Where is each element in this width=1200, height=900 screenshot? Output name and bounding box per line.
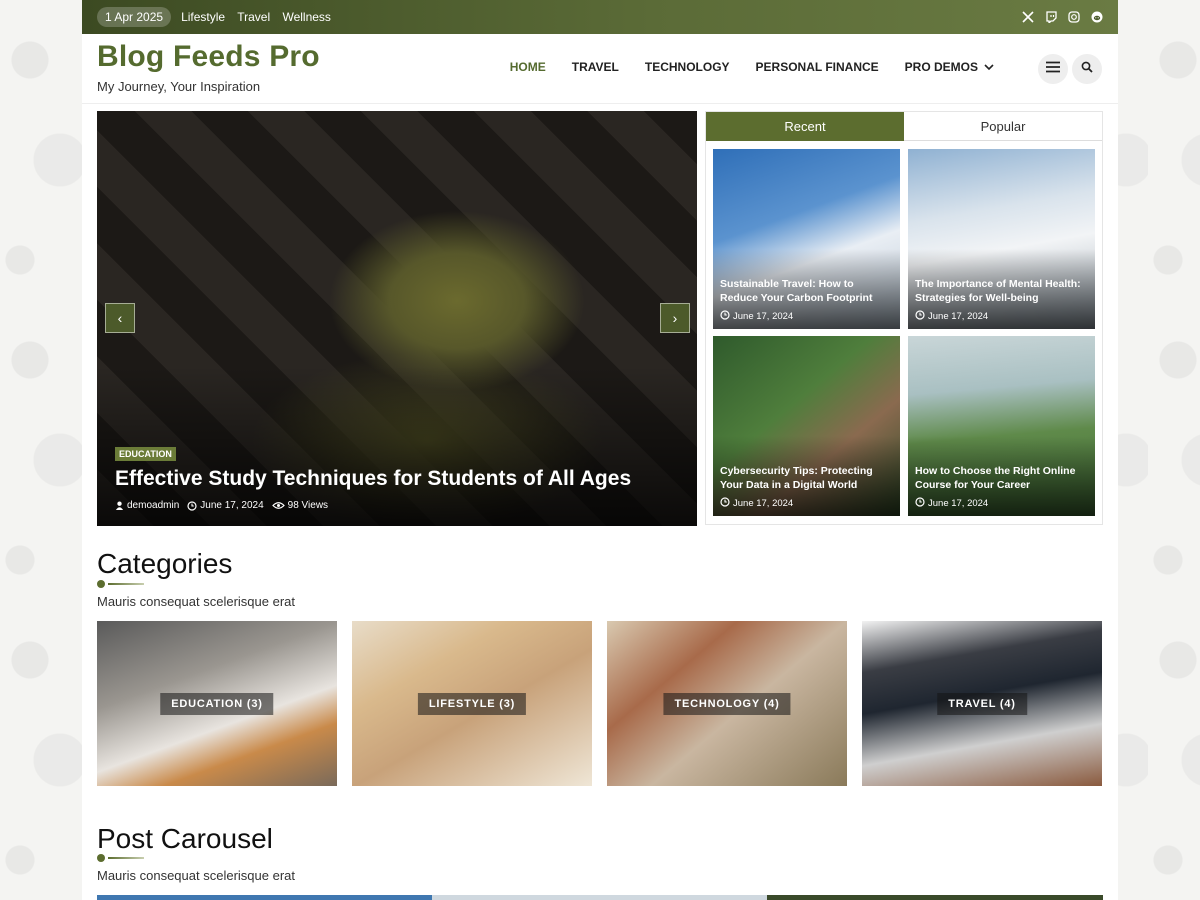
- twitch-icon[interactable]: [1044, 11, 1057, 24]
- menu-button[interactable]: [1038, 54, 1068, 84]
- instagram-icon[interactable]: [1067, 11, 1080, 24]
- category-card-lifestyle[interactable]: LIFESTYLE (3): [352, 621, 592, 786]
- category-label[interactable]: TRAVEL (4): [937, 692, 1027, 715]
- card-title[interactable]: The Importance of Mental Health: Strateg…: [915, 277, 1089, 305]
- card-date-text: June 17, 2024: [928, 311, 989, 322]
- menu-icon: [1045, 60, 1061, 78]
- clock-icon: [915, 310, 925, 323]
- card-date: June 17, 2024: [720, 310, 793, 323]
- hero-date: June 17, 2024: [187, 500, 264, 511]
- post-card[interactable]: Sustainable Travel: How to Reduce Your C…: [713, 149, 900, 329]
- chevron-left-icon: ‹: [117, 310, 123, 326]
- card-date-text: June 17, 2024: [733, 498, 794, 509]
- site-tagline: My Journey, Your Inspiration: [97, 79, 261, 94]
- clock-icon: [720, 497, 730, 510]
- posts-tab-panel: Recent Popular Sustainable Travel: How t…: [705, 111, 1103, 525]
- card-date: June 17, 2024: [720, 497, 793, 510]
- reddit-icon[interactable]: [1090, 11, 1103, 24]
- clock-icon: [915, 497, 925, 510]
- top-link-wellness[interactable]: Wellness: [282, 10, 330, 24]
- nav-item-pro-demos[interactable]: PRO DEMOS: [905, 60, 994, 74]
- hero-date-text: June 17, 2024: [200, 500, 264, 511]
- hero-post-title[interactable]: Effective Study Techniques for Students …: [115, 467, 631, 491]
- tab-bar: Recent Popular: [706, 112, 1102, 141]
- nav-item-travel[interactable]: TRAVEL: [572, 60, 619, 74]
- hero-author-name: demoadmin: [127, 500, 180, 511]
- chevron-right-icon: ›: [672, 310, 678, 326]
- tab-popular[interactable]: Popular: [904, 112, 1102, 141]
- carousel-title: Post Carousel: [97, 823, 273, 854]
- nav-item-pro-demos-label: PRO DEMOS: [904, 60, 978, 74]
- card-date: June 17, 2024: [915, 497, 988, 510]
- card-title[interactable]: Sustainable Travel: How to Reduce Your C…: [720, 277, 894, 305]
- top-link-travel[interactable]: Travel: [237, 10, 270, 24]
- category-card-education[interactable]: EDUCATION (3): [97, 621, 337, 786]
- top-link-lifestyle[interactable]: Lifestyle: [181, 10, 225, 24]
- search-button[interactable]: [1072, 54, 1102, 84]
- post-card[interactable]: How to Choose the Right Online Course fo…: [908, 336, 1095, 516]
- category-card-technology[interactable]: TECHNOLOGY (4): [607, 621, 847, 786]
- slider-next-button[interactable]: ›: [660, 303, 690, 333]
- post-card[interactable]: The Importance of Mental Health: Strateg…: [908, 149, 1095, 329]
- social-links: [1021, 11, 1103, 24]
- carousel-item[interactable]: [767, 895, 1103, 900]
- category-card-travel[interactable]: TRAVEL (4): [862, 621, 1102, 786]
- section-divider: [97, 854, 147, 862]
- tab-recent[interactable]: Recent: [706, 112, 904, 141]
- categories-subtitle: Mauris consequat scelerisque erat: [97, 594, 295, 609]
- hero-slider[interactable]: ‹ › EDUCATION Effective Study Techniques…: [97, 111, 697, 526]
- category-label[interactable]: EDUCATION (3): [160, 692, 274, 715]
- clock-icon: [720, 310, 730, 323]
- clock-icon: [187, 500, 197, 511]
- card-title[interactable]: Cybersecurity Tips: Protecting Your Data…: [720, 464, 894, 492]
- categories-title: Categories: [97, 548, 233, 579]
- carousel-item[interactable]: [432, 895, 767, 900]
- category-label[interactable]: TECHNOLOGY (4): [663, 692, 791, 715]
- page-container: 1 Apr 2025 Lifestyle Travel Wellness Blo…: [82, 0, 1118, 900]
- x-icon[interactable]: [1021, 11, 1034, 24]
- hero-views: 98 Views: [271, 500, 329, 511]
- date-pill: 1 Apr 2025: [97, 7, 172, 27]
- carousel-item[interactable]: [97, 895, 432, 900]
- hero-views-text: 98 Views: [287, 500, 329, 511]
- hero-post-meta: demoadmin June 17, 2024 98 Views: [115, 500, 328, 511]
- chevron-down-icon: [984, 60, 994, 74]
- eye-icon: [271, 501, 285, 510]
- search-icon: [1081, 60, 1093, 78]
- hero-author[interactable]: demoadmin: [115, 500, 179, 511]
- hero-category-badge[interactable]: EDUCATION: [115, 447, 176, 461]
- card-date-text: June 17, 2024: [733, 311, 794, 322]
- card-date-text: June 17, 2024: [928, 498, 989, 509]
- nav-item-personal-finance[interactable]: PERSONAL FINANCE: [756, 60, 879, 74]
- category-label[interactable]: LIFESTYLE (3): [417, 692, 527, 715]
- site-header: Blog Feeds Pro My Journey, Your Inspirat…: [82, 34, 1118, 104]
- slider-prev-button[interactable]: ‹: [105, 303, 135, 333]
- card-date: June 17, 2024: [915, 310, 988, 323]
- main-nav: HOME TRAVEL TECHNOLOGY PERSONAL FINANCE …: [510, 60, 994, 74]
- section-divider: [97, 580, 147, 588]
- post-card[interactable]: Cybersecurity Tips: Protecting Your Data…: [713, 336, 900, 516]
- nav-item-technology[interactable]: TECHNOLOGY: [645, 60, 730, 74]
- nav-item-home[interactable]: HOME: [510, 60, 546, 74]
- top-bar: 1 Apr 2025 Lifestyle Travel Wellness: [82, 0, 1118, 34]
- card-title[interactable]: How to Choose the Right Online Course fo…: [915, 464, 1089, 492]
- user-icon: [115, 501, 124, 510]
- site-title[interactable]: Blog Feeds Pro: [97, 40, 320, 74]
- top-links: Lifestyle Travel Wellness: [181, 10, 340, 24]
- carousel-subtitle: Mauris consequat scelerisque erat: [97, 868, 295, 883]
